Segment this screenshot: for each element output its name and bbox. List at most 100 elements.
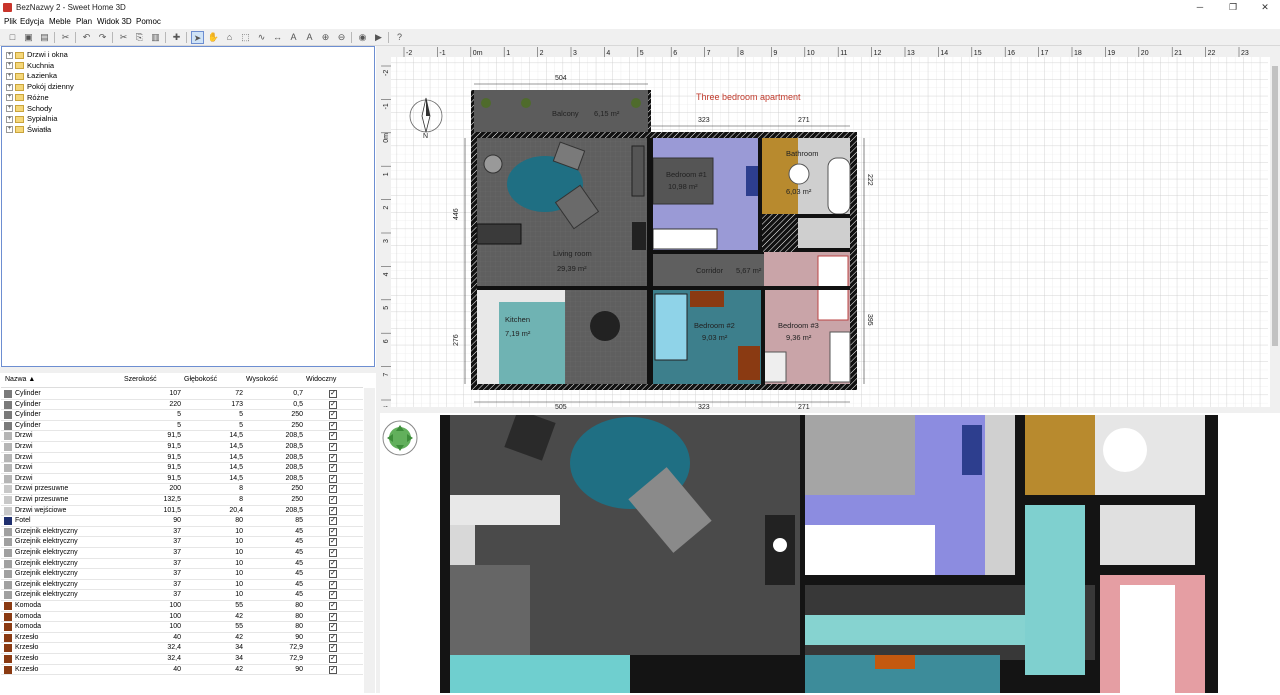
column-width[interactable]: Szerokość xyxy=(124,376,157,383)
room-name[interactable]: Corridor xyxy=(696,266,724,275)
menu-plik[interactable]: Plik xyxy=(4,17,17,26)
dimension-label[interactable]: 323 xyxy=(698,404,710,411)
video-icon[interactable]: ▶ xyxy=(372,31,385,44)
visible-checkbox[interactable]: ✓ xyxy=(329,400,337,409)
table-row[interactable]: Grzejnik elektryczny 37 10 45 ✓ xyxy=(1,559,363,570)
room-name[interactable]: Balcony xyxy=(552,109,579,118)
plan-vscroll-thumb[interactable] xyxy=(1272,66,1278,346)
menu-meble[interactable]: Meble xyxy=(49,17,71,26)
room-name[interactable]: Bedroom #2 xyxy=(694,321,735,330)
table-row[interactable]: Grzejnik elektryczny 37 10 45 ✓ xyxy=(1,537,363,548)
pan-icon[interactable]: ✋ xyxy=(207,31,220,44)
room-area[interactable]: 6,15 m² xyxy=(594,109,620,118)
table-row[interactable]: Grzejnik elektryczny 37 10 45 ✓ xyxy=(1,569,363,580)
dimension-label[interactable]: 395 xyxy=(866,314,873,326)
table-row[interactable]: Cylinder 220 173 0,5 ✓ xyxy=(1,400,363,411)
visible-checkbox[interactable]: ✓ xyxy=(329,517,337,526)
table-row[interactable]: Drzwi przesuwne 132,5 8 250 ✓ xyxy=(1,495,363,506)
table-row[interactable]: Komoda 100 55 80 ✓ xyxy=(1,601,363,612)
dining-table[interactable] xyxy=(590,311,620,341)
visible-checkbox[interactable]: ✓ xyxy=(329,591,337,600)
column-name[interactable]: Nazwa ▲ xyxy=(5,376,35,383)
visible-checkbox[interactable]: ✓ xyxy=(329,443,337,451)
visible-checkbox[interactable]: ✓ xyxy=(329,570,337,579)
paste-icon[interactable]: ▥ xyxy=(149,31,162,44)
catalog-category[interactable]: + Drzwi i okna xyxy=(6,50,68,60)
table-row[interactable]: Krzesło 40 42 90 ✓ xyxy=(1,633,363,644)
visible-checkbox[interactable]: ✓ xyxy=(329,496,337,504)
expand-icon[interactable]: + xyxy=(6,62,13,70)
visible-checkbox[interactable]: ✓ xyxy=(329,602,337,610)
dimension-label[interactable]: 505 xyxy=(555,404,567,411)
table-row[interactable]: Cylinder 5 5 250 ✓ xyxy=(1,410,363,421)
table-row[interactable]: Grzejnik elektryczny 37 10 45 ✓ xyxy=(1,580,363,591)
tv-stand[interactable] xyxy=(632,222,646,250)
visible-checkbox[interactable]: ✓ xyxy=(329,421,337,430)
cut-icon[interactable]: ✂ xyxy=(59,31,72,44)
table-row[interactable]: Krzesło 32,4 34 72,9 ✓ xyxy=(1,643,363,654)
visible-checkbox[interactable]: ✓ xyxy=(329,411,337,420)
dimension-label[interactable]: 222 xyxy=(866,174,873,186)
add-furniture-icon[interactable]: ✚ xyxy=(170,31,183,44)
expand-icon[interactable]: + xyxy=(6,51,13,59)
cut-icon[interactable]: ✂ xyxy=(117,31,130,44)
table-row[interactable]: Grzejnik elektryczny 37 10 45 ✓ xyxy=(1,590,363,601)
column-visible[interactable]: Widoczny xyxy=(306,376,336,383)
table-row[interactable]: Krzesło 32,4 34 72,9 ✓ xyxy=(1,654,363,665)
room-area[interactable]: 5,67 m² xyxy=(736,266,762,275)
visible-checkbox[interactable]: ✓ xyxy=(329,623,337,632)
furniture-table[interactable]: Nazwa ▲ Szerokość Głębokość Wysokość Wid… xyxy=(1,373,375,693)
copy-icon[interactable]: ⎘ xyxy=(133,31,146,44)
room-area[interactable]: 6,03 m² xyxy=(786,187,812,196)
table-row[interactable]: Drzwi 91,5 14,5 208,5 ✓ xyxy=(1,453,363,464)
room-area[interactable]: 9,36 m² xyxy=(786,333,812,342)
expand-icon[interactable]: + xyxy=(6,115,13,123)
dimension-label[interactable]: 271 xyxy=(798,117,810,124)
dimension-label[interactable]: 276 xyxy=(453,334,460,346)
visible-checkbox[interactable]: ✓ xyxy=(329,549,337,557)
visible-checkbox[interactable]: ✓ xyxy=(329,538,337,547)
create-dimensions-icon[interactable]: ↔ xyxy=(271,31,284,44)
open-icon[interactable]: ▣ xyxy=(22,31,35,44)
visible-checkbox[interactable]: ✓ xyxy=(329,665,337,674)
menu-plan[interactable]: Plan xyxy=(76,17,92,26)
zoom-out-icon[interactable]: ⊖ xyxy=(335,31,348,44)
close-icon[interactable]: ✕ xyxy=(1250,1,1280,14)
room-area[interactable]: 9,03 m² xyxy=(702,333,728,342)
table-row[interactable]: Komoda 100 42 80 ✓ xyxy=(1,612,363,623)
catalog-category[interactable]: + Schody xyxy=(6,104,52,114)
undo-icon[interactable]: ↶ xyxy=(80,31,93,44)
table-row[interactable]: Grzejnik elektryczny 37 10 45 ✓ xyxy=(1,548,363,559)
maximize-icon[interactable]: ❐ xyxy=(1218,1,1248,14)
table-row[interactable]: Fotel 90 80 85 ✓ xyxy=(1,516,363,527)
expand-icon[interactable]: + xyxy=(6,72,13,80)
visible-checkbox[interactable]: ✓ xyxy=(329,474,337,483)
catalog-category[interactable]: + Sypialnia xyxy=(6,114,57,124)
room-area[interactable]: 10,98 m² xyxy=(668,182,698,191)
room-name[interactable]: Kitchen xyxy=(505,315,530,324)
visible-checkbox[interactable]: ✓ xyxy=(329,464,337,473)
menu-pomoc[interactable]: Pomoc xyxy=(136,17,161,26)
room-name[interactable]: Living room xyxy=(553,249,592,258)
expand-icon[interactable]: + xyxy=(6,126,13,134)
plant-icon[interactable] xyxy=(631,98,641,108)
table-row[interactable]: Komoda 100 55 80 ✓ xyxy=(1,622,363,633)
table-row[interactable]: Drzwi wejściowe 101,5 20,4 208,5 ✓ xyxy=(1,506,363,517)
minimize-icon[interactable]: ─ xyxy=(1185,1,1215,14)
room-name[interactable]: Bedroom #3 xyxy=(778,321,819,330)
save-icon[interactable]: ▤ xyxy=(38,31,51,44)
table-row[interactable]: Drzwi 91,5 14,5 208,5 ✓ xyxy=(1,474,363,485)
table-row[interactable]: Drzwi przesuwne 200 8 250 ✓ xyxy=(1,484,363,495)
dimension-label[interactable]: 504 xyxy=(555,75,567,82)
column-height[interactable]: Wysokość xyxy=(246,376,278,383)
create-labels-icon[interactable]: A xyxy=(287,31,300,44)
3d-view[interactable] xyxy=(380,409,1280,693)
catalog-category[interactable]: + Światła xyxy=(6,125,51,135)
catalog-category[interactable]: + Pokój dzienny xyxy=(6,82,74,92)
navigation-arrows-icon[interactable] xyxy=(382,420,418,456)
room-name[interactable]: Bathroom xyxy=(786,149,819,158)
visible-checkbox[interactable]: ✓ xyxy=(329,432,337,441)
table-row[interactable]: Krzesło 40 42 90 ✓ xyxy=(1,665,363,676)
table-row[interactable]: Drzwi 91,5 14,5 208,5 ✓ xyxy=(1,442,363,453)
create-rooms-icon[interactable]: ⬚ xyxy=(239,31,252,44)
